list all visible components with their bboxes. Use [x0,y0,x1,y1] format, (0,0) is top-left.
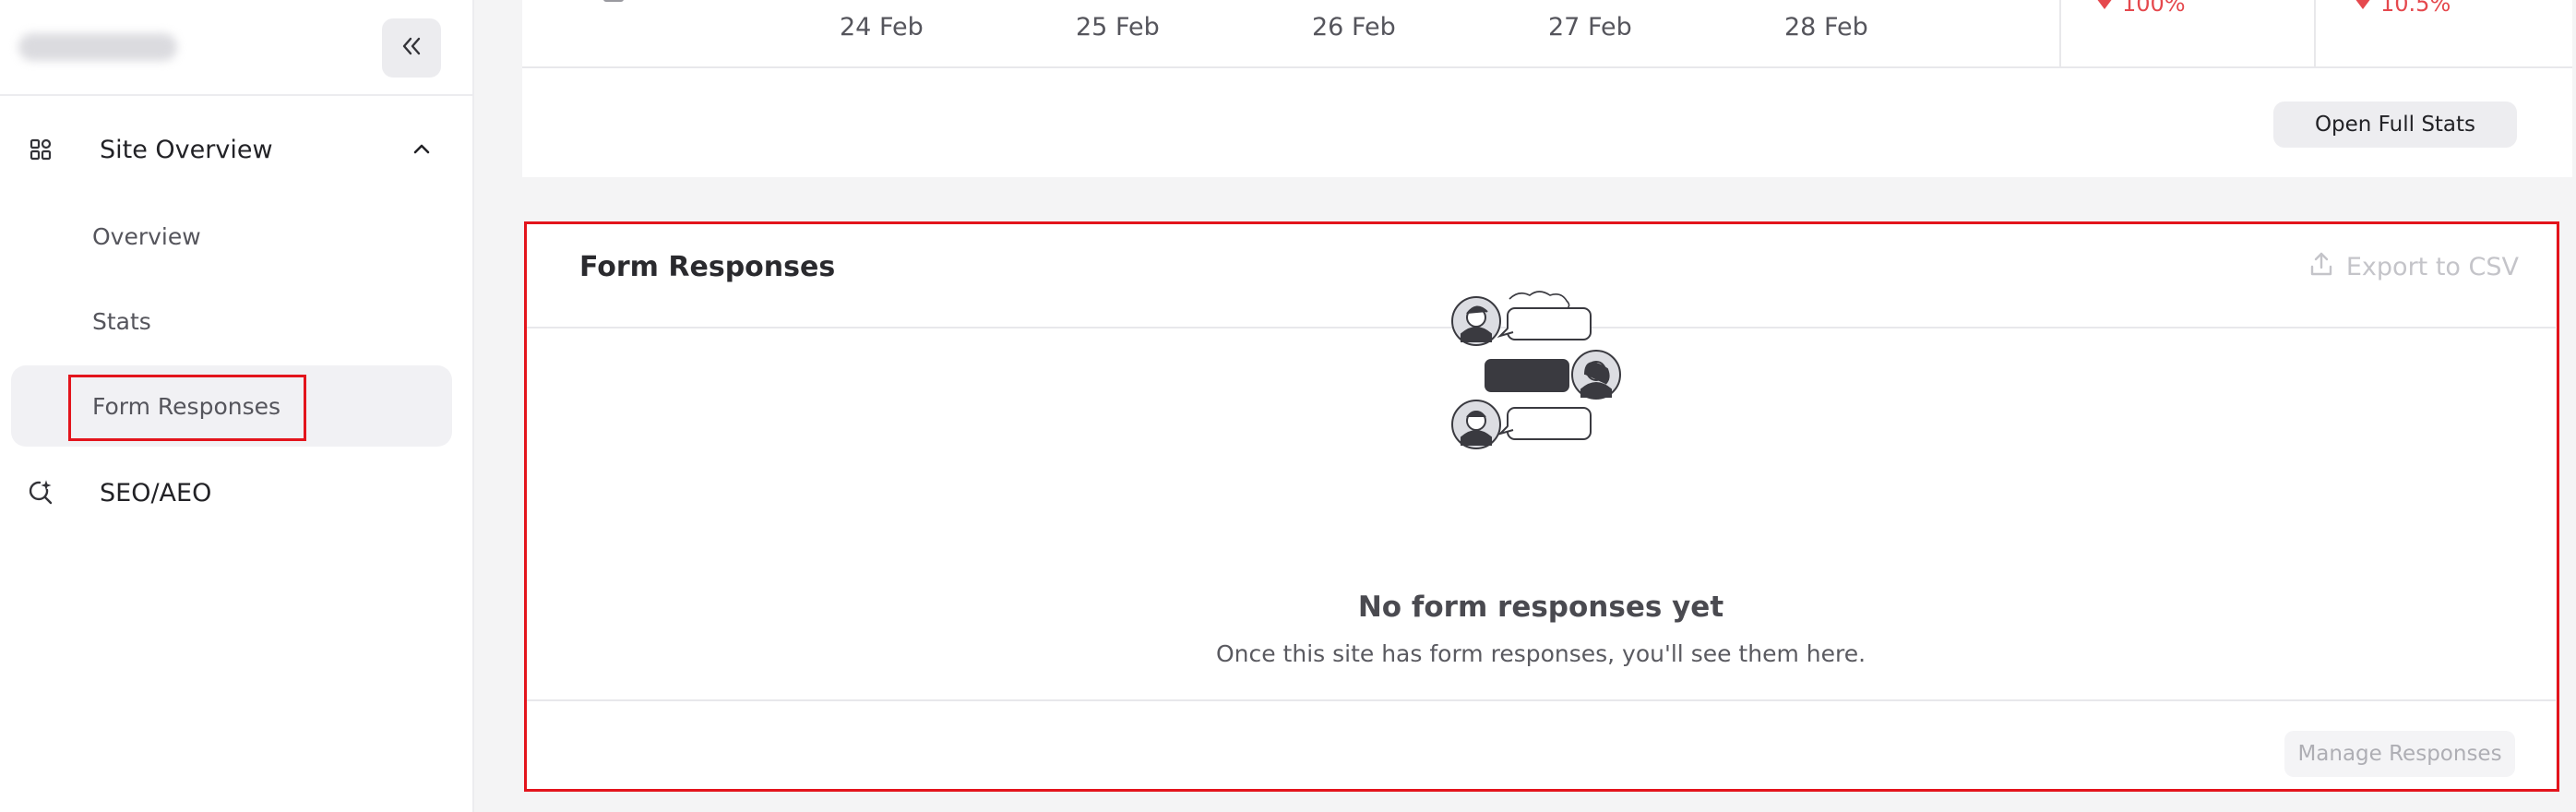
stats-column-divider [2059,0,2061,66]
stats-column-divider [2314,0,2316,66]
sidebar-item-label: Stats [92,307,151,335]
x-axis-tick: 25 Feb [1076,13,1160,42]
sidebar-section-site-overview[interactable]: Site Overview [0,109,472,190]
sidebar-section-seo-aeo[interactable]: SEO/AEO [0,452,472,533]
export-csv-label: Export to CSV [2345,253,2519,281]
stats-card: 24 Feb 25 Feb 26 Feb 27 Feb 28 Feb 100% … [522,0,2572,177]
x-axis-tick: 24 Feb [840,13,924,42]
form-responses-title: Form Responses [579,251,836,283]
sidebar-header [0,0,472,96]
sidebar-item-form-responses[interactable]: Form Responses [11,365,452,447]
chart-legend-fragment [603,0,624,2]
sidebar-item-label: Overview [92,222,201,250]
sidebar: Site Overview Overview Stats Form Respon… [0,0,474,812]
x-axis-tick: 28 Feb [1784,13,1868,42]
sidebar-item-overview[interactable]: Overview [11,196,452,277]
divider [522,66,2572,68]
grid-icon [26,135,55,164]
x-axis-tick: 26 Feb [1312,13,1396,42]
search-sparkle-icon [26,478,55,508]
stat-delta: 10.5% [2355,0,2451,17]
empty-state-title: No form responses yet [1357,591,1724,624]
site-name-blurred [18,33,177,61]
form-responses-card: Form Responses Export to CSV No form res… [526,223,2556,790]
down-triangle-icon [2096,0,2113,9]
collapse-sidebar-button[interactable] [382,18,441,78]
divider [526,699,2556,701]
sidebar-section-label: SEO/AEO [100,478,212,508]
stat-delta-value: 10.5% [2380,0,2451,17]
stat-delta-value: 100% [2122,0,2186,17]
empty-conversation-illustration [1449,286,1633,474]
x-axis-tick: 27 Feb [1548,13,1632,42]
empty-state-subtitle: Once this site has form responses, you'l… [1215,640,1866,667]
down-triangle-icon [2355,0,2371,9]
sidebar-section-label: Site Overview [100,135,273,164]
upload-icon [2309,251,2333,283]
export-csv-button[interactable]: Export to CSV [2309,251,2519,283]
open-full-stats-button[interactable]: Open Full Stats [2273,102,2517,148]
double-chevron-left-icon [400,34,423,62]
sidebar-item-label: Form Responses [92,392,281,420]
chevron-up-icon [408,136,435,163]
stat-delta: 100% [2096,0,2186,17]
sidebar-item-stats[interactable]: Stats [11,281,452,362]
manage-responses-button[interactable]: Manage Responses [2284,731,2515,777]
